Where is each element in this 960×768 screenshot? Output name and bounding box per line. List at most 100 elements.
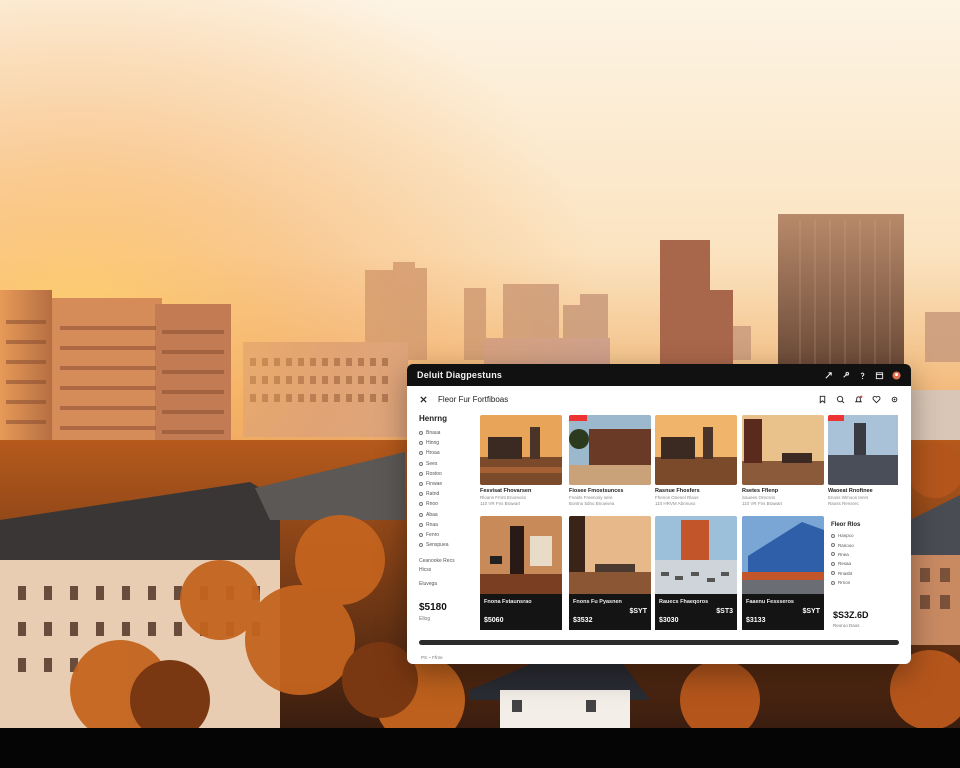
listing-title: Faaenu Fessseros [746, 599, 794, 605]
window-title: Deluit Diagpestuns [417, 370, 503, 380]
radio-icon [419, 441, 423, 446]
window-titlebar: Deluit Diagpestuns [407, 364, 911, 386]
horizontal-scrollbar[interactable] [419, 640, 899, 645]
radio-icon [419, 482, 423, 487]
toolbar-actions [818, 395, 899, 404]
radio-icon [419, 522, 423, 527]
right-panel-item[interactable]: Hanpco [831, 531, 901, 540]
app-toolbar: Fleor Fur Fortfiboas [407, 386, 911, 412]
listing-meta-2: 110 VR Fns Brawart [742, 501, 783, 506]
listing-meta-2: 110 HRVM Abnnuso [655, 501, 696, 506]
listing-image [742, 415, 824, 485]
radio-icon [419, 431, 423, 436]
titlebar-tools [824, 370, 901, 380]
sidebar-item[interactable]: Ratnd [419, 489, 477, 499]
link-icon[interactable] [841, 371, 850, 380]
listing-title: Fesvisat Fhovarsen [480, 488, 532, 494]
right-panel-item[interactable]: Rnea [831, 550, 901, 559]
filter-sidebar: Henrng Bnaua Hinng Hroaa Sees Rostoo Fin… [419, 414, 477, 622]
right-panel-item[interactable]: Resaa [831, 559, 901, 568]
sidebar-item[interactable]: Senspuea [419, 540, 477, 550]
search-icon[interactable] [836, 395, 845, 404]
listing-image [569, 516, 651, 602]
bookmark-icon[interactable] [818, 395, 827, 404]
help-icon[interactable] [858, 371, 867, 380]
radio-icon [831, 580, 835, 585]
radio-icon [419, 471, 423, 476]
listing-app-window: Deluit Diagpestuns Fleor Fur Fortfiboas … [407, 364, 911, 664]
listing-card-priced[interactable]: Faaenu Fessseros $3133 $SYT [742, 516, 824, 630]
bell-icon[interactable] [854, 395, 863, 404]
listing-meta: Fhenos Onenel Rlaos [655, 495, 699, 500]
right-panel-price-sub: Reoroo Daos [833, 623, 860, 628]
listing-meta-2: 110 VR Fns Brawart [480, 501, 521, 506]
listing-card-priced[interactable]: Fnons Fu Pyasnen $3532 $SYT [569, 516, 651, 630]
listing-price-alt: $SYT [629, 608, 647, 615]
sidebar-item[interactable]: Abaa [419, 510, 477, 520]
avatar[interactable] [892, 370, 901, 380]
sidebar-price: $5180 [419, 602, 447, 613]
listing-title: Waoeat Rnoftnee [828, 488, 873, 494]
right-panel-item[interactable]: Rrnos [831, 578, 901, 587]
sidebar-heading: Henrng [419, 414, 447, 423]
sidebar-item[interactable]: Sees [419, 459, 477, 469]
listing-card[interactable]: Rsetes Fflenp Sauees Orecsns 110 VR Fns … [742, 415, 824, 506]
calendar-icon[interactable] [875, 371, 884, 380]
sidebar-item[interactable]: Rostoo [419, 469, 477, 479]
right-panel-item[interactable]: Ranooo [831, 540, 901, 549]
radio-icon [831, 561, 835, 566]
listing-meta: Fnasts Freenosy sere [569, 495, 613, 500]
radio-icon [419, 512, 423, 517]
radio-icon [831, 552, 835, 557]
listing-meta: Enoss Wmoos Ienrs [828, 495, 869, 500]
right-panel-price: $S3Z.6D [833, 610, 869, 620]
listing-title: Rauecs Fhaeqoros [659, 599, 709, 605]
radio-icon [831, 543, 835, 548]
radio-icon [419, 532, 423, 537]
listing-meta: Sauees Orecsns [742, 495, 776, 500]
listing-price: $3532 [573, 617, 593, 624]
listing-price-alt: $ST3 [716, 608, 733, 615]
share-icon[interactable] [824, 371, 833, 380]
listing-title: Fnons Fu Pyasnen [573, 599, 622, 605]
listing-price: $3133 [746, 617, 766, 624]
right-filter-panel: Fleor Rlos Hanpco Ranooo Rnea Resaa Rnas… [831, 522, 901, 628]
sidebar-extra-1[interactable]: Ceanooke Recs [419, 558, 477, 564]
listing-card-priced[interactable]: Fnona Fstaunsrao $5060 [480, 516, 562, 630]
listing-title: Rsetes Fflenp [742, 488, 779, 494]
listing-image [655, 516, 737, 602]
heart-icon[interactable] [872, 395, 881, 404]
listing-title: Fiosee Fmostsunces [569, 488, 624, 494]
listing-card[interactable]: Waoeat Rnoftnee Enoss Wmoos Ienrs Raoss … [828, 415, 910, 506]
listing-card[interactable]: Fiosee Fmostsunces Fnasts Freenosy sere … [569, 415, 651, 506]
radio-icon [831, 533, 835, 538]
sidebar-item[interactable]: Hinng [419, 438, 477, 448]
listing-title: Fnona Fstaunsrao [484, 599, 532, 605]
listing-price-alt: $SYT [802, 608, 820, 615]
close-icon[interactable] [419, 395, 428, 404]
listing-card[interactable]: Rasnue Fhosfers Fhenos Onenel Rlaos 110 … [655, 415, 737, 506]
listing-meta-2: Raoss Rensrec [828, 501, 859, 506]
radio-icon [831, 571, 835, 576]
listing-card-priced[interactable]: Rauecs Fhaeqoros $3030 $ST3 [655, 516, 737, 630]
right-panel-heading: Fleor Rlos [831, 522, 861, 528]
sidebar-item[interactable]: Rnaa [419, 520, 477, 530]
window-footer: PS ~ Ffnre [421, 655, 443, 660]
toolbar-label: Fleor Fur Fortfiboas [438, 394, 509, 404]
listing-price: $5060 [484, 617, 504, 624]
listing-image [569, 415, 651, 485]
sidebar-item[interactable]: Finwae [419, 479, 477, 489]
app-content: Henrng Bnaua Hinng Hroaa Sees Rostoo Fin… [407, 412, 911, 646]
radio-icon [419, 461, 423, 466]
listing-card[interactable]: Fesvisat Fhovarsen Rloans Frnnt Enoreoss… [480, 415, 562, 506]
sidebar-item[interactable]: Fenro [419, 530, 477, 540]
sidebar-item[interactable]: Bnaua [419, 428, 477, 438]
listing-image [480, 415, 562, 485]
gear-icon[interactable] [890, 395, 899, 404]
sidebar-extra-3[interactable]: Eluvega [419, 581, 477, 587]
sidebar-item[interactable]: Hroaa [419, 448, 477, 458]
right-panel-item[interactable]: Rnasbt [831, 569, 901, 578]
sidebar-item[interactable]: Rnoo [419, 499, 477, 509]
listing-title: Rasnue Fhosfers [655, 488, 700, 494]
sidebar-extra-2[interactable]: Hicss [419, 567, 477, 573]
